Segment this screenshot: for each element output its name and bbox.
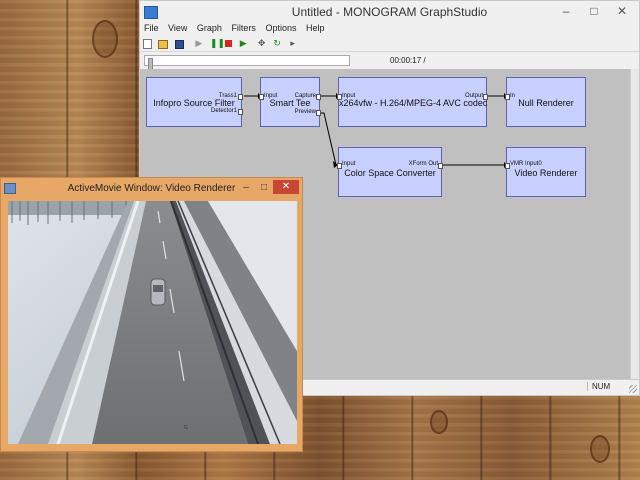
- pin-label-xform-out: XForm Out: [408, 161, 438, 167]
- menu-view[interactable]: View: [168, 23, 187, 33]
- close-button[interactable]: ✕: [609, 3, 635, 20]
- vertical-scrollbar[interactable]: [630, 69, 639, 381]
- output-pin[interactable]: [238, 94, 243, 100]
- minimize-button[interactable]: –: [238, 181, 254, 194]
- car-in-video: [150, 278, 166, 306]
- num-lock-indicator: NUM: [587, 382, 610, 391]
- toolbar: ▶ ❚❚ ▶ ✥ ↻ ▸: [140, 37, 639, 51]
- video-window-title-bar[interactable]: ActiveMovie Window: Video Renderer – □ ✕: [1, 178, 302, 198]
- filter-name: Color Space Converter: [344, 168, 436, 178]
- pin-label-vmr-input0: VMR Input0: [510, 161, 542, 167]
- pause-icon[interactable]: ❚❚: [210, 39, 225, 48]
- filter-color-space-converter[interactable]: Color Space Converter Input XForm Out: [337, 147, 443, 197]
- input-pin[interactable]: [337, 94, 342, 100]
- pin-label-in: In: [510, 93, 516, 99]
- video-frame: G: [8, 201, 297, 444]
- wood-knot: [92, 20, 118, 58]
- output-pin[interactable]: [438, 163, 443, 169]
- filter-video-renderer[interactable]: Video Renderer VMR Input0: [505, 147, 586, 197]
- pin-label-input: Input: [264, 93, 278, 99]
- highway-video-image: G: [8, 201, 297, 444]
- new-icon[interactable]: [143, 39, 152, 49]
- menu-options[interactable]: Options: [265, 23, 296, 33]
- resize-grip-icon[interactable]: [629, 385, 637, 393]
- filter-name: Infopro Source Filter: [153, 98, 235, 108]
- svg-text:G: G: [184, 425, 188, 431]
- filter-name: Smart Tee: [269, 98, 311, 108]
- pin-label-output: Output: [464, 93, 483, 99]
- output-pin[interactable]: [238, 109, 243, 115]
- close-button[interactable]: ✕: [273, 180, 299, 194]
- seek-row: 00:00:17 /: [140, 51, 639, 71]
- pin-label-detector1: Detector1: [210, 108, 237, 114]
- filter-name: x264vfw - H.264/MPEG-4 AVC codec: [339, 98, 488, 108]
- filter-name: Null Renderer: [518, 98, 574, 108]
- pin-label-preview: Preview: [294, 109, 316, 115]
- output-pin[interactable]: [316, 110, 321, 116]
- filter-x264vfw[interactable]: x264vfw - H.264/MPEG-4 AVC codec Input O…: [337, 77, 488, 127]
- menu-graph[interactable]: Graph: [197, 23, 222, 33]
- seek-slider[interactable]: [144, 55, 350, 71]
- seek-icon[interactable]: ✥: [257, 39, 266, 48]
- open-icon[interactable]: [158, 40, 169, 49]
- menu-file[interactable]: File: [144, 23, 159, 33]
- title-bar[interactable]: Untitled - MONOGRAM GraphStudio – □ ✕: [140, 1, 639, 23]
- input-pin[interactable]: [259, 94, 264, 100]
- filter-name: Video Renderer: [514, 168, 578, 178]
- stop-icon[interactable]: [225, 40, 233, 47]
- pin-label-trass1: Trass1: [218, 93, 237, 99]
- wood-knot: [590, 435, 610, 463]
- pin-label-input: Input: [342, 93, 356, 99]
- filter-infopro-source[interactable]: Infopro Source Filter Trass1 Detector1: [146, 77, 243, 127]
- frame-step-icon[interactable]: ▸: [288, 39, 297, 48]
- menu-help[interactable]: Help: [306, 23, 325, 33]
- timecode: 00:00:17 /: [390, 56, 426, 65]
- connection-line: [318, 112, 337, 166]
- refresh-icon[interactable]: ↻: [273, 39, 282, 48]
- menu-filters[interactable]: Filters: [231, 23, 256, 33]
- filter-null-renderer[interactable]: Null Renderer In: [505, 77, 586, 127]
- video-renderer-window: ActiveMovie Window: Video Renderer – □ ✕: [0, 177, 303, 452]
- maximize-button[interactable]: □: [256, 181, 272, 194]
- output-pin[interactable]: [316, 94, 321, 100]
- input-pin[interactable]: [337, 163, 342, 169]
- filter-smart-tee[interactable]: Smart Tee Input Capture Preview: [259, 77, 321, 127]
- input-pin[interactable]: [505, 94, 510, 100]
- play-icon[interactable]: ▶: [194, 39, 203, 48]
- maximize-button[interactable]: □: [581, 3, 607, 20]
- step-icon[interactable]: ▶: [239, 39, 248, 48]
- pin-label-capture: Capture: [294, 93, 316, 99]
- minimize-button[interactable]: –: [553, 3, 579, 20]
- menu-bar: File View Graph Filters Options Help: [140, 23, 639, 37]
- wood-knot: [430, 410, 448, 434]
- output-pin[interactable]: [483, 94, 488, 100]
- pin-label-input: Input: [342, 161, 356, 167]
- save-icon[interactable]: [174, 40, 184, 49]
- input-pin[interactable]: [505, 163, 510, 169]
